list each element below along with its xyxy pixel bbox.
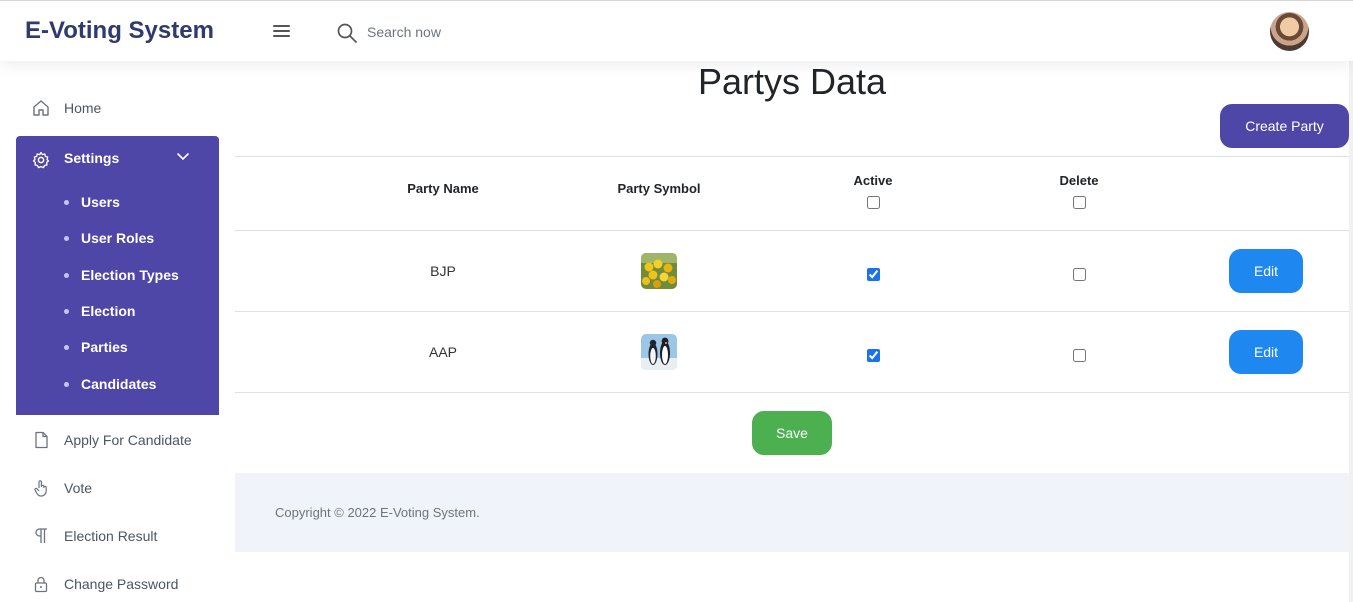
sidebar-subitem-parties[interactable]: Parties bbox=[64, 335, 128, 359]
edit-button[interactable]: Edit bbox=[1229, 330, 1303, 374]
sidebar-item-label: Apply For Candidate bbox=[64, 432, 192, 448]
search-icon bbox=[337, 23, 357, 43]
column-header-party-name: Party Name bbox=[407, 181, 479, 196]
sidebar-item-apply-for-candidate[interactable]: Apply For Candidate bbox=[16, 420, 219, 460]
table-divider bbox=[235, 230, 1349, 231]
active-checkbox[interactable] bbox=[867, 268, 880, 281]
sidebar-subitem-election-types[interactable]: Election Types bbox=[64, 263, 179, 287]
subitem-label: Users bbox=[81, 194, 120, 210]
sidebar-subitem-election[interactable]: Election bbox=[64, 299, 135, 323]
bullet-icon bbox=[64, 308, 69, 314]
party-name-cell: AAP bbox=[428, 344, 457, 360]
chevron-down-icon bbox=[177, 153, 189, 161]
subitem-label: Election Types bbox=[81, 267, 179, 283]
table-divider bbox=[235, 156, 1349, 157]
paragraph-icon bbox=[35, 528, 47, 543]
sidebar-item-label: Change Password bbox=[64, 576, 179, 592]
party-symbol-image bbox=[641, 253, 677, 289]
lock-icon bbox=[34, 576, 48, 593]
sidebar-subitem-users[interactable]: Users bbox=[64, 190, 120, 214]
brand-title[interactable]: E-Voting System bbox=[25, 17, 214, 45]
subitem-label: User Roles bbox=[81, 230, 155, 246]
footer: Copyright © 2022 E-Voting System. bbox=[235, 473, 1349, 552]
bullet-icon bbox=[64, 381, 69, 387]
settings-menu: Settings Users User Roles Election Types… bbox=[16, 136, 219, 415]
create-party-button[interactable]: Create Party bbox=[1220, 104, 1349, 148]
bullet-icon bbox=[64, 272, 69, 278]
delete-checkbox[interactable] bbox=[1073, 349, 1086, 362]
sidebar-item-settings[interactable]: Settings bbox=[16, 136, 219, 180]
sidebar-item-change-password[interactable]: Change Password bbox=[16, 564, 219, 602]
sidebar-item-home[interactable]: Home bbox=[16, 88, 219, 128]
party-name-cell: BJP bbox=[430, 263, 456, 279]
sidebar-subitem-candidates[interactable]: Candidates bbox=[64, 372, 156, 396]
save-button[interactable]: Save bbox=[752, 411, 832, 455]
select-all-active-checkbox[interactable] bbox=[867, 196, 880, 209]
sidebar-item-label: Election Result bbox=[64, 528, 158, 544]
gear-icon bbox=[32, 151, 50, 169]
bullet-icon bbox=[64, 235, 69, 241]
search-input[interactable] bbox=[367, 21, 667, 43]
column-header-party-symbol: Party Symbol bbox=[617, 181, 701, 196]
sidebar: Home Settings Users User Roles Election … bbox=[0, 61, 235, 602]
sidebar-item-label: Vote bbox=[64, 480, 93, 496]
sidebar-item-vote[interactable]: Vote bbox=[16, 468, 219, 508]
table-divider bbox=[235, 392, 1349, 393]
sidebar-subitem-user-roles[interactable]: User Roles bbox=[64, 226, 154, 250]
top-navbar: E-Voting System bbox=[0, 0, 1353, 61]
edit-button[interactable]: Edit bbox=[1229, 249, 1303, 293]
hand-pointer-icon bbox=[34, 480, 47, 497]
hamburger-menu-icon[interactable] bbox=[273, 23, 292, 39]
column-header-delete: Delete bbox=[1059, 173, 1099, 188]
user-avatar[interactable] bbox=[1270, 12, 1309, 51]
sidebar-item-election-result[interactable]: Election Result bbox=[16, 516, 219, 556]
document-icon bbox=[35, 431, 48, 449]
select-all-delete-checkbox[interactable] bbox=[1073, 196, 1086, 209]
home-icon bbox=[33, 100, 49, 116]
page-scrollbar[interactable] bbox=[1349, 0, 1353, 602]
bullet-icon bbox=[64, 344, 69, 350]
subitem-label: Election bbox=[81, 303, 136, 319]
active-checkbox[interactable] bbox=[867, 349, 880, 362]
party-symbol-image bbox=[641, 334, 677, 370]
table-divider bbox=[235, 311, 1349, 312]
subitem-label: Parties bbox=[81, 339, 128, 355]
settings-label: Settings bbox=[64, 150, 120, 166]
copyright-text: Copyright © 2022 E-Voting System. bbox=[275, 505, 480, 520]
page-title: Partys Data bbox=[697, 61, 887, 102]
sidebar-item-label: Home bbox=[64, 100, 102, 116]
column-header-active: Active bbox=[853, 173, 893, 188]
bullet-icon bbox=[64, 199, 69, 205]
subitem-label: Candidates bbox=[81, 376, 157, 392]
delete-checkbox[interactable] bbox=[1073, 268, 1086, 281]
